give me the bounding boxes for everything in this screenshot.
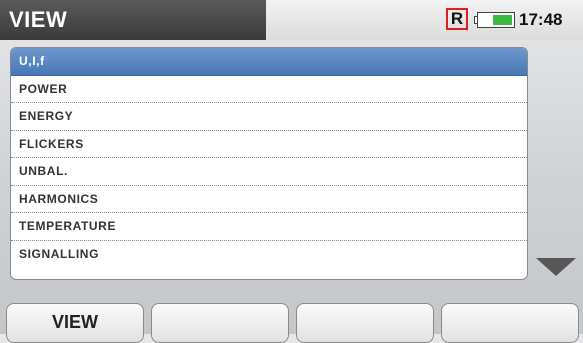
battery-icon: [474, 12, 516, 28]
view-menu-list[interactable]: U,I,f POWER ENERGY FLICKERS UNBAL. HARMO…: [10, 47, 528, 280]
recording-indicator: R: [446, 8, 468, 30]
softkey-4[interactable]: [441, 303, 579, 343]
menu-item-signalling[interactable]: SIGNALLING: [11, 241, 527, 269]
softkey-3[interactable]: [296, 303, 434, 343]
clock: 17:48: [519, 10, 563, 29]
menu-item-temperature[interactable]: TEMPERATURE: [11, 213, 527, 241]
softkey-2[interactable]: [151, 303, 289, 343]
scroll-down-arrow-icon[interactable]: [536, 258, 576, 276]
battery-body: [477, 12, 515, 28]
menu-item-harmonics[interactable]: HARMONICS: [11, 186, 527, 213]
page-title: VIEW: [0, 0, 266, 40]
status-area: R 17:48: [266, 0, 583, 40]
menu-item-unbal[interactable]: UNBAL.: [11, 158, 527, 186]
header-bar: VIEW R 17:48: [0, 0, 583, 40]
menu-item-power[interactable]: POWER: [11, 76, 527, 103]
menu-item-energy[interactable]: ENERGY: [11, 103, 527, 131]
menu-item-uif[interactable]: U,I,f: [11, 48, 527, 76]
battery-fill: [493, 15, 512, 25]
softkey-view[interactable]: VIEW: [6, 303, 144, 343]
menu-item-flickers[interactable]: FLICKERS: [11, 131, 527, 158]
